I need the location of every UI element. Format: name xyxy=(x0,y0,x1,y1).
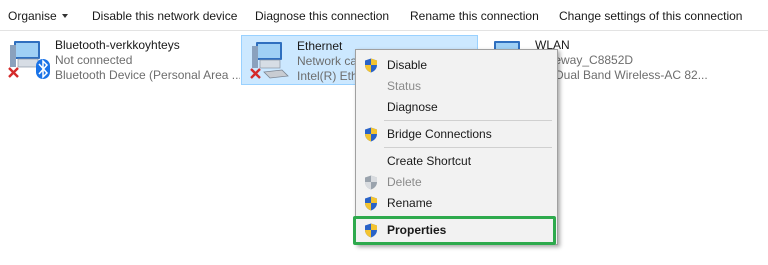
change-settings-button[interactable]: Change settings of this connection xyxy=(559,8,742,24)
diagnose-connection-button[interactable]: Diagnose this connection xyxy=(255,8,389,24)
connection-name: Ethernet xyxy=(297,39,343,53)
connection-status: Gateway_C8852D xyxy=(535,53,634,67)
uac-shield-icon xyxy=(365,175,377,190)
connection-device: (R) Dual Band Wireless-AC 82... xyxy=(535,68,708,82)
organise-label: Organise xyxy=(8,9,57,23)
uac-shield-icon xyxy=(365,58,377,73)
uac-shield-icon xyxy=(365,127,377,142)
menu-item-label: Create Shortcut xyxy=(387,154,472,168)
network-adapter-icon xyxy=(8,41,50,79)
menu-item-bridge-connections[interactable]: Bridge Connections xyxy=(356,124,557,144)
menu-item-label: Status xyxy=(387,79,422,93)
uac-shield-icon xyxy=(365,196,377,211)
command-bar: Organise Disable this network device Dia… xyxy=(0,0,768,31)
menu-separator xyxy=(384,147,552,148)
disable-device-button[interactable]: Disable this network device xyxy=(92,8,237,24)
menu-item-label: Bridge Connections xyxy=(387,127,492,141)
rename-connection-button[interactable]: Rename this connection xyxy=(410,8,539,24)
menu-item-label: Delete xyxy=(387,175,422,189)
menu-separator xyxy=(384,120,552,121)
connection-device: Intel(R) Ethe xyxy=(297,69,355,83)
connection-name: Bluetooth-verkkoyhteys xyxy=(55,38,180,52)
menu-item-disable[interactable]: Disable xyxy=(356,55,557,75)
caret-down-icon xyxy=(61,14,68,18)
menu-item-label: Disable xyxy=(387,58,428,72)
network-adapter-icon xyxy=(250,42,289,79)
connection-item-bluetooth[interactable]: Bluetooth-verkkoyhteys Not connected Blu… xyxy=(0,35,240,85)
menu-item-label: Rename xyxy=(387,196,433,210)
red-x-icon xyxy=(8,67,19,78)
menu-item-label: Diagnose xyxy=(387,100,438,114)
connection-device: Bluetooth Device (Personal Area ... xyxy=(55,68,240,82)
menu-item-delete[interactable]: Delete xyxy=(356,172,557,192)
menu-item-diagnose[interactable]: Diagnose xyxy=(356,97,557,117)
connection-status: Not connected xyxy=(55,53,133,67)
organise-button[interactable]: Organise xyxy=(8,8,68,24)
properties-highlight-box xyxy=(353,216,556,245)
menu-item-rename[interactable]: Rename xyxy=(356,193,557,213)
connection-name: WLAN xyxy=(535,38,570,52)
red-x-icon xyxy=(250,68,261,79)
menu-item-create-shortcut[interactable]: Create Shortcut xyxy=(356,151,557,171)
menu-item-status[interactable]: Status xyxy=(356,76,557,96)
bluetooth-icon xyxy=(36,59,50,79)
connection-status: Network ca xyxy=(297,54,355,68)
